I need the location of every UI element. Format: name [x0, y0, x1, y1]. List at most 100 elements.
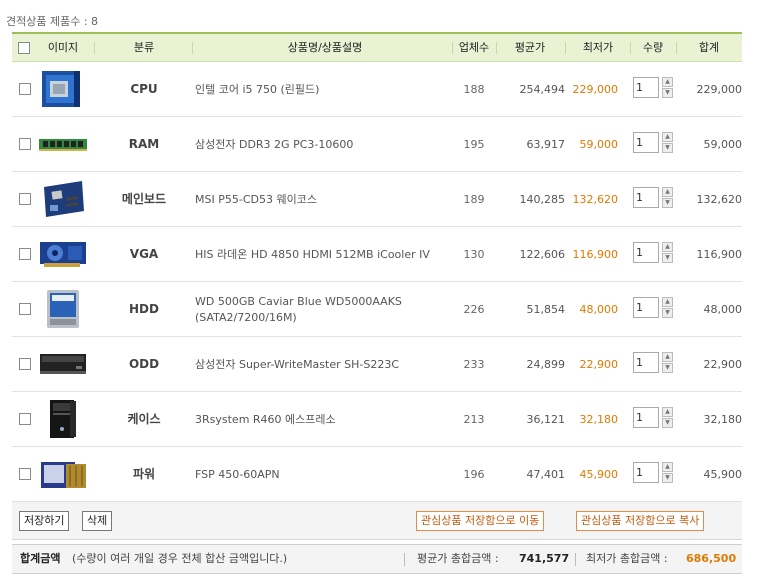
table-row: CPU 인텔 코어 i5 750 (린필드) 188 254,494 229,000 1 ▲…: [12, 62, 742, 117]
row-average-price: 24,899: [526, 358, 566, 371]
qty-up-arrow-icon[interactable]: ▲: [662, 242, 673, 252]
row-total: 22,900: [703, 358, 743, 371]
copy-to-wishlist-button[interactable]: 관심상품 저장함으로 복사: [576, 511, 705, 531]
row-quantity-input[interactable]: 1: [633, 462, 659, 483]
row-checkbox[interactable]: [19, 413, 31, 425]
pc-case-icon[interactable]: [38, 399, 88, 439]
qty-down-arrow-icon[interactable]: ▼: [662, 253, 673, 263]
row-product-name-text[interactable]: FSP 450-60APN: [195, 467, 280, 483]
qty-up-arrow-icon[interactable]: ▲: [662, 462, 673, 472]
row-product-name-text[interactable]: 3Rsystem R460 에스프레소: [195, 412, 336, 428]
cpu-box-icon[interactable]: [38, 69, 88, 109]
row-product-name[interactable]: 인텔 코어 i5 750 (린필드): [195, 62, 455, 117]
row-total: 116,900: [696, 248, 743, 261]
qty-down-arrow-icon[interactable]: ▼: [662, 88, 673, 98]
quantity-stepper: ▲ ▼: [662, 407, 673, 428]
row-product-name-text[interactable]: 삼성전자 DDR3 2G PC3-10600: [195, 137, 353, 153]
qty-up-arrow-icon[interactable]: ▲: [662, 77, 673, 87]
table-row: VGA HIS 라데온 HD 4850 HDMI 512MB iCooler IV…: [12, 227, 742, 282]
row-average-price: 36,121: [526, 413, 566, 426]
row-category: CPU: [130, 82, 158, 96]
row-product-name[interactable]: 삼성전자 DDR3 2G PC3-10600: [195, 117, 455, 172]
row-total: 32,180: [703, 413, 743, 426]
qty-up-arrow-icon[interactable]: ▲: [662, 407, 673, 417]
row-vendor-count: 195: [463, 138, 485, 151]
row-checkbox[interactable]: [19, 193, 31, 205]
move-to-wishlist-button[interactable]: 관심상품 저장함으로 이동: [416, 511, 545, 531]
row-lowest-price: 48,000: [579, 303, 619, 316]
row-vendor-count: 226: [463, 303, 485, 316]
row-product-name[interactable]: MSI P55-CD53 웨이코스: [195, 172, 455, 227]
qty-up-arrow-icon[interactable]: ▲: [662, 352, 673, 362]
row-quantity-input[interactable]: 1: [633, 187, 659, 208]
row-product-name[interactable]: HIS 라데온 HD 4850 HDMI 512MB iCooler IV: [195, 227, 455, 282]
ram-module-icon[interactable]: [38, 124, 88, 164]
table-row: RAM 삼성전자 DDR3 2G PC3-10600 195 63,917 59,000…: [12, 117, 742, 172]
quantity-stepper: ▲ ▼: [662, 462, 673, 483]
row-category: 메인보드: [121, 192, 167, 206]
header-avg: 평균가: [514, 41, 546, 54]
row-total: 59,000: [703, 138, 743, 151]
qty-down-arrow-icon[interactable]: ▼: [662, 363, 673, 373]
row-product-name[interactable]: WD 500GB Caviar Blue WD5000AAKS (SATA2/7…: [195, 282, 455, 337]
row-quantity-input[interactable]: 1: [633, 77, 659, 98]
row-total: 45,900: [703, 468, 743, 481]
select-all-checkbox[interactable]: [18, 42, 30, 54]
row-checkbox[interactable]: [19, 138, 31, 150]
qty-up-arrow-icon[interactable]: ▲: [662, 187, 673, 197]
qty-down-arrow-icon[interactable]: ▼: [662, 198, 673, 208]
header-image: 이미지: [47, 41, 79, 54]
row-category: RAM: [128, 137, 160, 151]
row-product-name[interactable]: FSP 450-60APN: [195, 447, 455, 502]
row-product-name[interactable]: 3Rsystem R460 에스프레소: [195, 392, 455, 447]
qty-down-arrow-icon[interactable]: ▼: [662, 473, 673, 483]
quantity-stepper: ▲ ▼: [662, 297, 673, 318]
row-average-price: 47,401: [526, 468, 566, 481]
quantity-stepper: ▲ ▼: [662, 132, 673, 153]
table-body: CPU 인텔 코어 i5 750 (린필드) 188 254,494 229,000 1 ▲…: [12, 62, 742, 502]
row-lowest-price: 22,900: [579, 358, 619, 371]
header-category: 분류: [133, 41, 155, 54]
row-product-name[interactable]: 삼성전자 Super-WriteMaster SH-S223C: [195, 337, 455, 392]
power-supply-icon[interactable]: [38, 454, 88, 494]
qty-down-arrow-icon[interactable]: ▼: [662, 418, 673, 428]
graphics-card-icon[interactable]: [38, 234, 88, 274]
row-checkbox[interactable]: [19, 468, 31, 480]
row-checkbox[interactable]: [19, 83, 31, 95]
optical-drive-icon[interactable]: [38, 344, 88, 384]
table-row: 메인보드 MSI P55-CD53 웨이코스 189 140,285 132,620 1 ▲…: [12, 172, 742, 227]
row-product-name-text[interactable]: 인텔 코어 i5 750 (린필드): [195, 82, 319, 98]
row-product-name-text[interactable]: MSI P55-CD53 웨이코스: [195, 192, 317, 208]
save-button[interactable]: 저장하기: [19, 511, 70, 531]
qty-up-arrow-icon[interactable]: ▲: [662, 297, 673, 307]
row-quantity-input[interactable]: 1: [633, 242, 659, 263]
motherboard-icon[interactable]: [38, 179, 88, 219]
row-checkbox[interactable]: [19, 248, 31, 260]
quantity-stepper: ▲ ▼: [662, 77, 673, 98]
qty-down-arrow-icon[interactable]: ▼: [662, 308, 673, 318]
hard-drive-icon[interactable]: [38, 289, 88, 329]
row-checkbox[interactable]: [19, 303, 31, 315]
row-average-price: 122,606: [519, 248, 566, 261]
row-quantity-input[interactable]: 1: [633, 132, 659, 153]
row-product-name-text[interactable]: HIS 라데온 HD 4850 HDMI 512MB iCooler IV: [195, 247, 430, 263]
row-quantity-input[interactable]: 1: [633, 297, 659, 318]
row-vendor-count: 130: [463, 248, 485, 261]
action-bar: 저장하기 삭제 관심상품 저장함으로 이동 관심상품 저장함으로 복사: [12, 502, 742, 540]
row-product-name-text[interactable]: WD 500GB Caviar Blue WD5000AAKS (SATA2/7…: [195, 294, 455, 326]
qty-up-arrow-icon[interactable]: ▲: [662, 132, 673, 142]
quantity-stepper: ▲ ▼: [662, 187, 673, 208]
row-vendor-count: 189: [463, 193, 485, 206]
table-row: HDD WD 500GB Caviar Blue WD5000AAKS (SATA…: [12, 282, 742, 337]
row-checkbox[interactable]: [19, 358, 31, 370]
header-qty: 수량: [642, 41, 664, 54]
avg-total-value: 741,577: [519, 552, 570, 565]
table-row: 케이스 3Rsystem R460 에스프레소 213 36,121 32,180 1 ▲ ▼…: [12, 392, 742, 447]
row-lowest-price: 59,000: [579, 138, 619, 151]
row-quantity-input[interactable]: 1: [633, 407, 659, 428]
row-product-name-text[interactable]: 삼성전자 Super-WriteMaster SH-S223C: [195, 357, 399, 373]
row-lowest-price: 116,900: [572, 248, 619, 261]
row-quantity-input[interactable]: 1: [633, 352, 659, 373]
delete-button[interactable]: 삭제: [82, 511, 113, 531]
qty-down-arrow-icon[interactable]: ▼: [662, 143, 673, 153]
